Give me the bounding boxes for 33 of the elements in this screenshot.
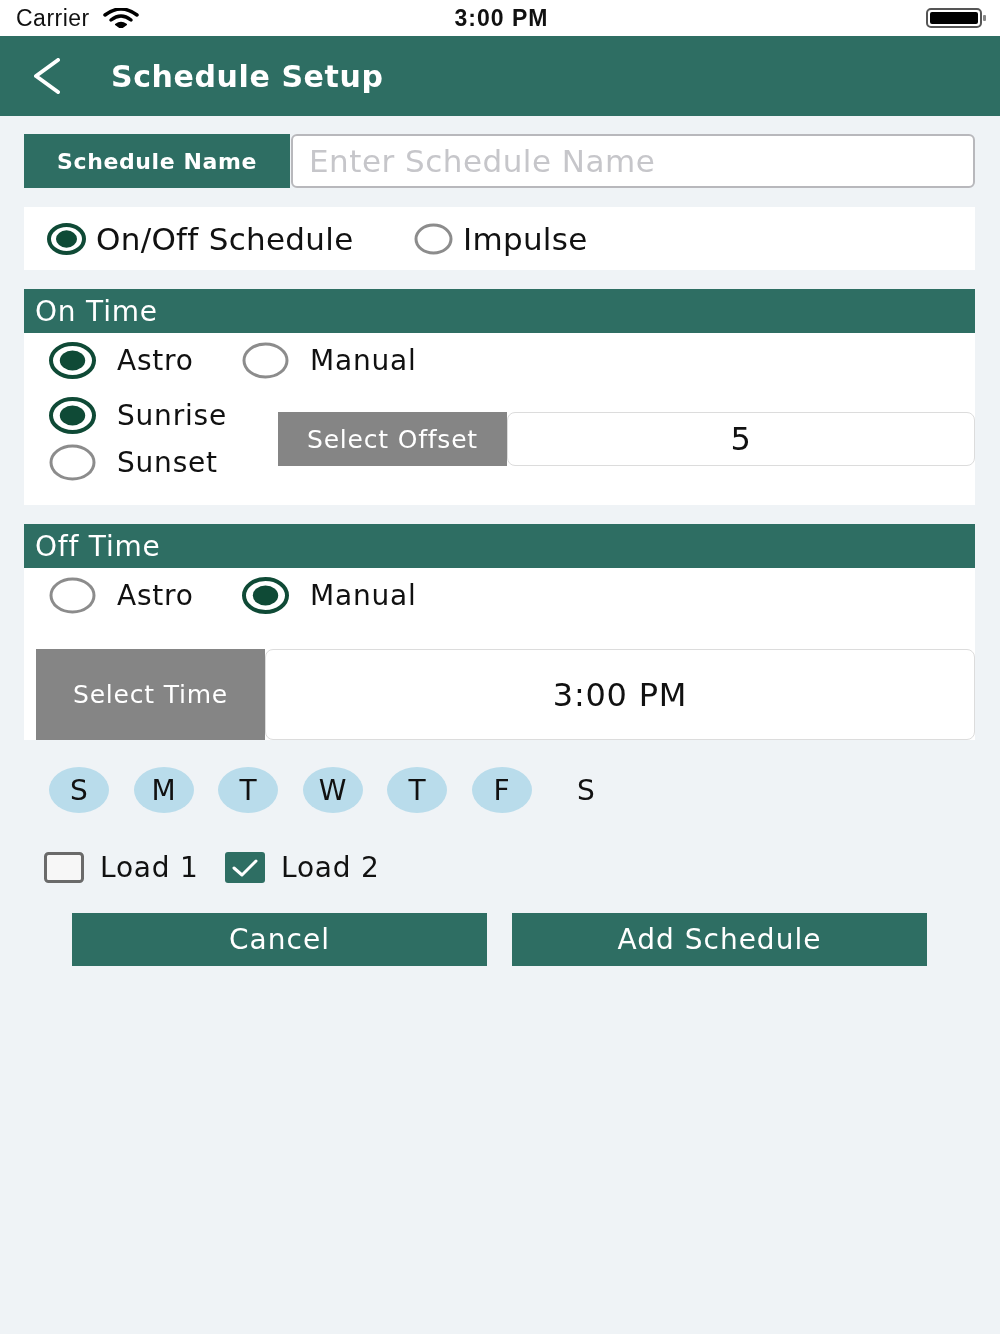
radio-option[interactable]: Manual [242,342,417,379]
page-title: Schedule Setup [111,58,384,94]
picker-button[interactable]: Select Offset [278,412,507,466]
carrier-label: Carrier [16,4,90,32]
value-field[interactable]: 5 [507,412,975,466]
radio-option[interactable]: Sunrise [49,397,278,434]
radio-option[interactable]: Impulse [414,220,588,257]
picker-button[interactable]: Select Time [36,649,265,740]
day-toggle[interactable]: W [302,767,363,813]
back-icon[interactable] [33,58,61,94]
day-toggle[interactable]: F [471,767,532,813]
checkbox-option[interactable]: Load 2 [225,852,380,883]
radio-option[interactable]: Astro [49,577,242,614]
checkbox-option[interactable]: Load 1 [44,852,225,883]
day-toggle[interactable]: S [49,767,109,813]
radio-option[interactable]: Manual [242,577,417,614]
radio-option[interactable]: Astro [49,342,242,379]
day-toggle[interactable]: S [556,767,616,813]
value-field[interactable]: 3:00 PM [265,649,975,740]
section-header: On Time [24,289,975,333]
day-toggle[interactable]: T [387,767,447,813]
schedule-name-label: Schedule Name [24,134,290,188]
battery-icon [926,8,987,28]
section-header: Off Time [24,524,975,568]
radio-option[interactable]: On/Off Schedule [47,220,414,257]
schedule-name-field[interactable]: Enter Schedule Name [291,134,975,188]
add-schedule-button[interactable]: Add Schedule [512,913,927,966]
day-toggle[interactable]: T [218,767,278,813]
cancel-button[interactable]: Cancel [72,913,487,966]
status-time: 3:00 PM [454,4,549,32]
day-toggle[interactable]: M [133,767,194,813]
wifi-icon [102,8,139,28]
radio-option[interactable]: Sunset [49,444,278,481]
